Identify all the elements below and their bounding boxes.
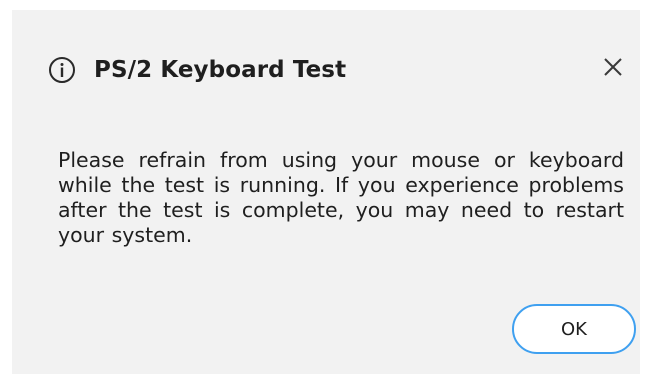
ok-button[interactable]: OK bbox=[512, 304, 636, 354]
info-icon bbox=[48, 56, 76, 84]
dialog-header: PS/2 Keyboard Test bbox=[48, 48, 346, 92]
close-button[interactable] bbox=[602, 56, 624, 78]
dialog-title: PS/2 Keyboard Test bbox=[94, 57, 347, 83]
close-icon bbox=[602, 58, 624, 82]
dialog-message: Please refrain from using your mouse or … bbox=[58, 148, 624, 247]
keyboard-test-dialog: PS/2 Keyboard Test Please refrain from u… bbox=[12, 10, 640, 374]
